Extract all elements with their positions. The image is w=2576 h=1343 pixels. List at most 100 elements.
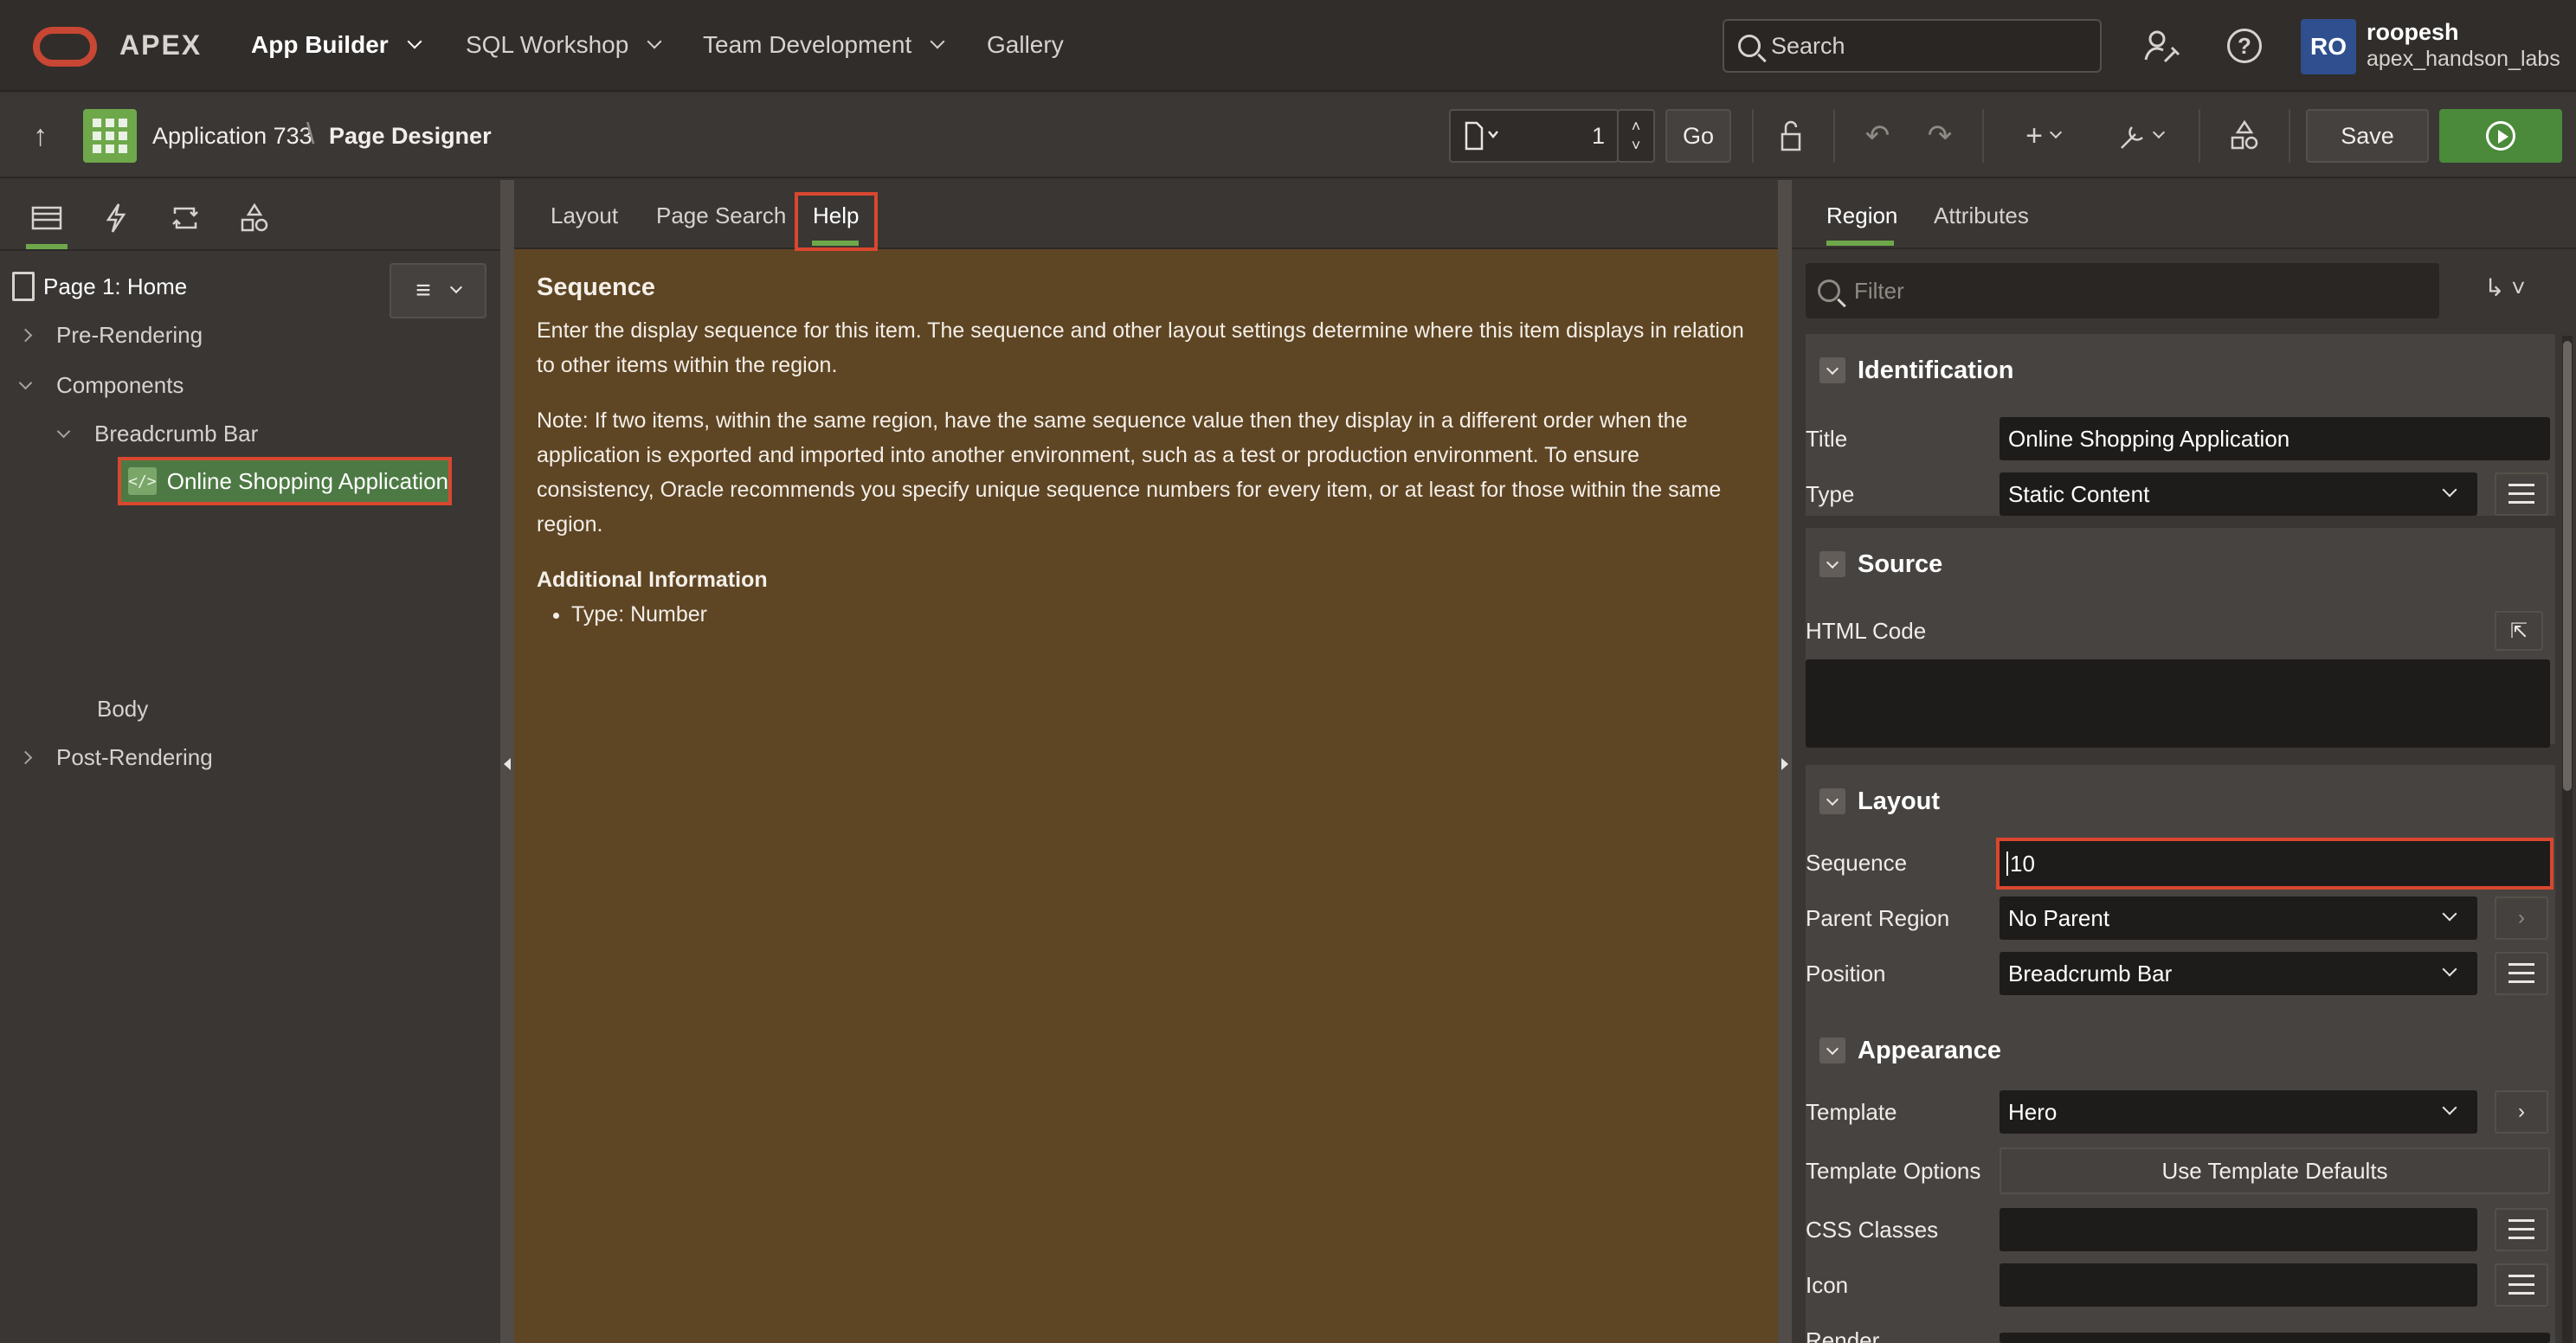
administration-icon[interactable] <box>2141 26 2181 66</box>
property-filter-input[interactable]: Filter <box>1806 263 2439 318</box>
shared-components-tab-icon[interactable] <box>235 199 274 237</box>
tree-node-components-label: Components <box>56 372 184 398</box>
right-splitter[interactable] <box>1778 180 1792 1343</box>
html-code-label: HTML Code <box>1806 618 1927 644</box>
open-code-editor-icon[interactable]: ⇱ <box>2495 611 2543 651</box>
scrollbar-thumb[interactable] <box>2563 341 2572 791</box>
go-to-group-icon[interactable]: ↳ ˅ <box>2484 273 2526 302</box>
tree-node-pre-rendering-label: Pre-Rendering <box>56 322 203 348</box>
template-go-button[interactable]: › <box>2495 1090 2548 1134</box>
top-navigation-bar: APEX App Builder SQL Workshop Team Devel… <box>0 0 2576 92</box>
help-content: Sequence Enter the display sequence for … <box>537 270 1748 632</box>
collapse-right-icon[interactable] <box>1781 758 1788 770</box>
page-selector[interactable]: 1 <box>1449 109 1619 163</box>
icon-list-button[interactable] <box>2495 1263 2548 1307</box>
up-arrow-icon[interactable]: ↑ <box>33 119 48 153</box>
html-code-textarea[interactable] <box>1806 659 2550 748</box>
go-button[interactable]: Go <box>1665 109 1731 163</box>
nav-sql-workshop[interactable]: SQL Workshop <box>466 31 662 59</box>
tab-layout[interactable]: Layout <box>551 202 618 229</box>
template-select[interactable]: Hero <box>2000 1090 2477 1134</box>
type-select[interactable]: Static Content <box>2000 472 2477 516</box>
expand-chevron-icon[interactable] <box>18 328 33 343</box>
dynamic-actions-tab-icon[interactable] <box>97 199 135 237</box>
run-page-button[interactable] <box>2439 109 2562 163</box>
collapse-left-icon[interactable] <box>504 758 511 770</box>
use-template-defaults-button[interactable]: Use Template Defaults <box>2000 1147 2550 1194</box>
appearance-group-header[interactable]: Appearance <box>1806 1018 2555 1083</box>
icon-field[interactable] <box>2000 1263 2477 1307</box>
page-number-stepper[interactable]: ˄ ˅ <box>1617 109 1655 163</box>
active-tab-indicator <box>812 241 859 246</box>
tree-node-selected-region[interactable]: </> Online Shopping Application <box>118 457 452 505</box>
collapse-chevron-icon[interactable] <box>18 376 33 390</box>
collapse-group-icon[interactable] <box>1819 1038 1845 1063</box>
processing-tab-icon[interactable] <box>166 199 204 237</box>
tree-node-components[interactable]: Components <box>18 372 184 399</box>
center-pane-tabs: Layout Page Search Help <box>514 180 1778 251</box>
template-value: Hero <box>2008 1098 2058 1125</box>
tab-attributes[interactable]: Attributes <box>1934 202 2029 229</box>
user-avatar[interactable]: RO <box>2301 19 2356 74</box>
static-content-code-icon: </> <box>128 467 157 495</box>
tree-node-page[interactable]: Page 1: Home <box>12 272 187 301</box>
rendering-tab-icon[interactable] <box>28 199 66 237</box>
increment-icon[interactable]: ˄ <box>1632 117 1641 136</box>
page-number-value[interactable]: 1 <box>1592 123 1605 150</box>
title-field[interactable]: Online Shopping Application <box>2000 417 2550 460</box>
parent-region-go-button[interactable]: › <box>2495 896 2548 940</box>
utilities-wrench-icon[interactable] <box>2105 116 2174 156</box>
position-list-button[interactable] <box>2495 952 2548 995</box>
breadcrumb-application[interactable]: Application 733 <box>152 123 312 150</box>
property-editor: Region Attributes Filter ↳ ˅ Identificat… <box>1792 180 2576 1343</box>
save-button[interactable]: Save <box>2306 109 2429 163</box>
decrement-icon[interactable]: ˅ <box>1632 136 1641 155</box>
tab-region[interactable]: Region <box>1826 202 1897 229</box>
tree-node-body[interactable]: Body <box>97 696 148 723</box>
redo-icon[interactable]: ↷ <box>1920 116 1960 156</box>
css-classes-list-button[interactable] <box>2495 1208 2548 1251</box>
source-group-header[interactable]: Source <box>1806 531 2555 597</box>
collapse-group-icon[interactable] <box>1819 551 1845 577</box>
create-menu-icon[interactable]: + <box>2008 116 2077 156</box>
user-workspace[interactable]: apex_handson_labs <box>2367 47 2560 72</box>
identification-group-header[interactable]: Identification <box>1806 337 2555 403</box>
collapse-chevron-icon[interactable] <box>56 424 71 439</box>
css-classes-field[interactable] <box>2000 1208 2477 1251</box>
tree-menu-button[interactable]: ≡ <box>390 263 486 318</box>
tab-page-search[interactable]: Page Search <box>656 202 786 229</box>
render-field[interactable] <box>2000 1333 2550 1343</box>
position-select[interactable]: Breadcrumb Bar <box>2000 952 2477 995</box>
tree-node-post-rendering[interactable]: Post-Rendering <box>18 744 213 771</box>
left-splitter[interactable] <box>500 180 514 1343</box>
nav-team-development[interactable]: Team Development <box>703 31 945 59</box>
help-menu-icon[interactable]: ? <box>2225 26 2264 66</box>
undo-icon[interactable]: ↶ <box>1858 116 1897 156</box>
nav-app-builder[interactable]: App Builder <box>251 31 422 59</box>
identification-header-label: Identification <box>1858 356 2014 384</box>
user-name[interactable]: roopesh <box>2367 19 2459 46</box>
layout-group-header[interactable]: Layout <box>1806 768 2555 834</box>
tree-node-breadcrumb-bar[interactable]: Breadcrumb Bar <box>56 421 258 447</box>
tab-help[interactable]: Help <box>813 202 859 229</box>
apex-brand[interactable]: APEX <box>119 29 202 61</box>
nav-sql-workshop-label: SQL Workshop <box>466 31 629 58</box>
tree-node-body-label: Body <box>97 696 149 722</box>
parent-region-label: Parent Region <box>1806 905 1950 931</box>
tree-node-pre-rendering[interactable]: Pre-Rendering <box>18 322 203 349</box>
nav-gallery[interactable]: Gallery <box>987 31 1064 59</box>
search-placeholder: Search <box>1771 32 1845 59</box>
application-icon[interactable] <box>83 109 137 163</box>
sequence-field[interactable]: 10 <box>1996 838 2553 890</box>
lock-icon[interactable] <box>1773 116 1813 156</box>
collapse-group-icon[interactable] <box>1819 788 1845 814</box>
parent-region-select[interactable]: No Parent <box>2000 896 2477 940</box>
shared-components-icon[interactable] <box>2225 116 2264 156</box>
collapse-group-icon[interactable] <box>1819 357 1845 383</box>
parent-region-value: No Parent <box>2008 904 2110 931</box>
global-search-input[interactable]: Search <box>1723 19 2102 73</box>
expand-chevron-icon[interactable] <box>18 750 33 765</box>
oracle-logo-icon[interactable] <box>33 27 97 67</box>
type-list-button[interactable] <box>2495 472 2548 516</box>
active-tab-indicator <box>1826 241 1894 246</box>
